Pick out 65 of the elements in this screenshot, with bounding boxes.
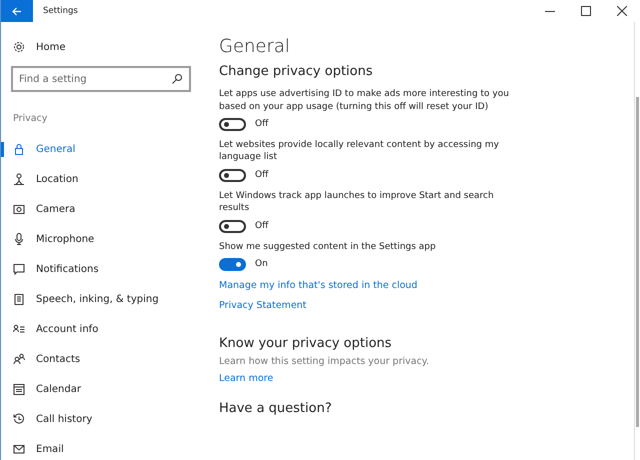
gear-icon <box>13 41 25 53</box>
search-icon <box>171 73 183 85</box>
item-label: Contacts <box>36 352 80 367</box>
section-heading: Know your privacy options <box>219 336 393 352</box>
item-label: General <box>36 142 76 157</box>
section-heading: Privacy <box>12 112 48 126</box>
item-label: Email <box>36 442 64 457</box>
sidebar-item[interactable]: Account info <box>1 314 201 344</box>
calendar-icon <box>13 383 25 396</box>
link[interactable]: Manage my info that's stored in the cloud <box>219 279 418 294</box>
person-list-icon <box>13 323 25 336</box>
home-link[interactable]: Home <box>1 32 201 62</box>
toggle-state: Off <box>255 169 268 182</box>
sidebar-item[interactable]: Speech, inking, & typing <box>1 284 201 314</box>
back-arrow-icon <box>12 6 22 16</box>
option-description: Let websites provide locally relevant content by accessing my language list <box>219 139 500 164</box>
close-icon[interactable] <box>617 6 627 16</box>
section-heading: Have a question? <box>219 400 333 416</box>
sidebar-item[interactable]: Email <box>1 434 201 460</box>
page-title: General <box>219 36 291 58</box>
link[interactable]: Privacy Statement <box>219 299 306 314</box>
item-label: Microphone <box>36 232 94 247</box>
sidebar-item[interactable]: Camera <box>1 194 201 224</box>
people-icon <box>13 353 25 366</box>
scrollbar[interactable] <box>634 22 640 460</box>
item-label: Notifications <box>36 262 99 277</box>
sidebar-item[interactable]: General <box>1 134 201 164</box>
search-field[interactable]: Find a setting <box>11 66 191 92</box>
sidebar-item[interactable]: Location <box>1 164 201 194</box>
envelope-icon <box>13 443 25 456</box>
help-text: Learn how this setting impacts your privacy. <box>219 355 430 370</box>
speech-bubble-icon <box>13 263 25 276</box>
item-label: Calendar <box>36 382 81 397</box>
back-button[interactable] <box>1 0 33 22</box>
item-label: Account info <box>36 322 98 337</box>
microphone-icon <box>13 233 25 246</box>
toggle-switch[interactable] <box>219 118 246 131</box>
toggle-switch[interactable] <box>219 220 246 233</box>
sidebar-item[interactable]: Call history <box>1 404 201 434</box>
home-label: Home <box>36 40 66 54</box>
item-label: Camera <box>36 202 76 217</box>
item-label: Speech, inking, & typing <box>36 292 159 307</box>
clock-history-icon <box>13 413 25 426</box>
option-description: Let Windows track app launches to improve Start and search results <box>219 190 495 215</box>
sidebar-item[interactable]: Notifications <box>1 254 201 284</box>
item-label: Location <box>36 172 78 187</box>
location-icon <box>13 173 25 186</box>
sidebar-item[interactable]: Calendar <box>1 374 201 404</box>
clipboard-icon <box>13 293 25 306</box>
toggle-state: Off <box>255 220 268 232</box>
lock-icon <box>13 143 25 156</box>
section-heading: Change privacy options <box>219 64 374 80</box>
sidebar-item[interactable]: Microphone <box>1 224 201 254</box>
window-title: Settings <box>43 4 78 18</box>
maximize-icon[interactable] <box>581 6 591 16</box>
toggle-state: Off <box>255 118 268 131</box>
link[interactable]: Learn more <box>219 372 274 387</box>
item-label: Call history <box>36 412 92 427</box>
toggle-state: On <box>255 258 268 271</box>
option-description: Show me suggested content in the Settings app <box>219 240 437 254</box>
toggle-switch[interactable] <box>219 258 246 272</box>
toggle-switch[interactable] <box>219 168 246 182</box>
camera-icon <box>13 203 25 216</box>
sidebar-item[interactable]: Contacts <box>1 344 201 374</box>
option-description: Let apps use advertising ID to make ads more interesting to you based on your app usage (turning this off will reset your ID) <box>219 88 510 113</box>
